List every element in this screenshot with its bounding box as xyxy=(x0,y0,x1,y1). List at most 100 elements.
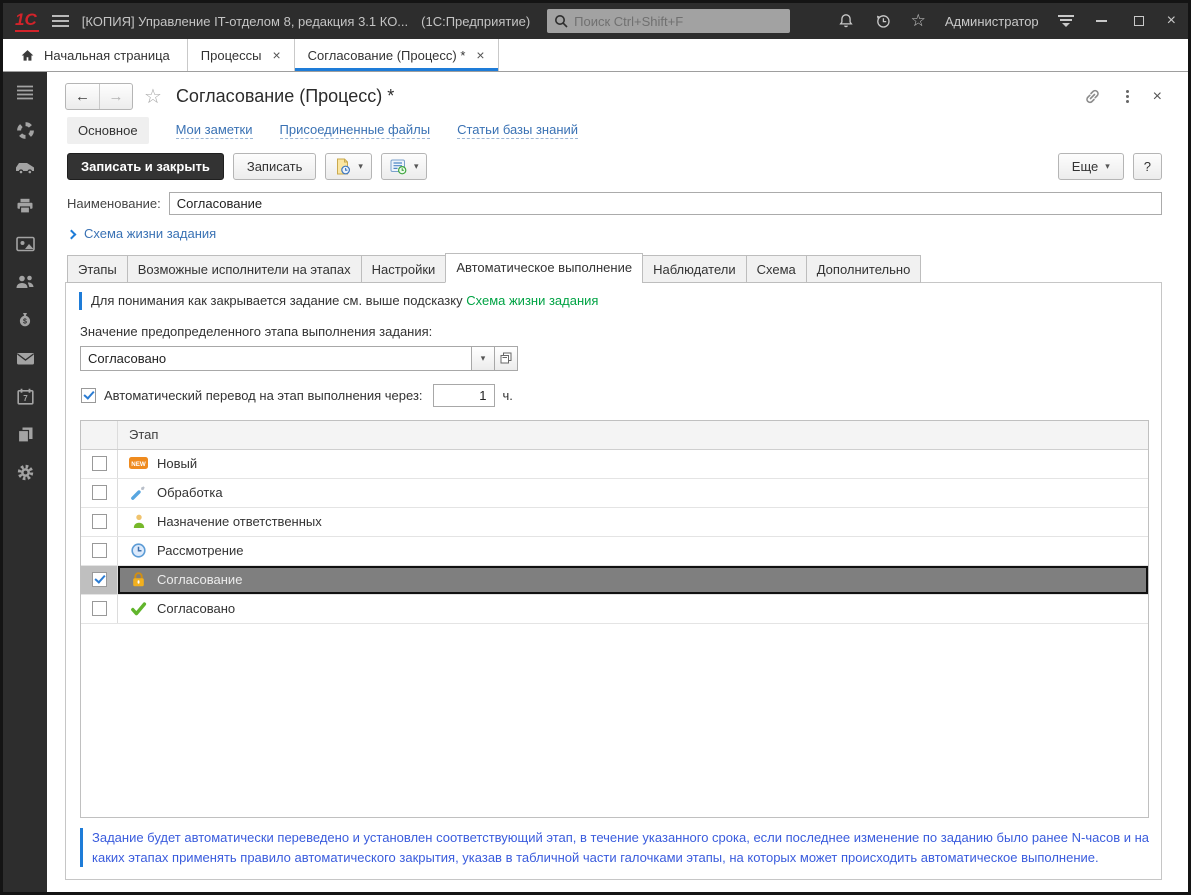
favorite-star-icon[interactable]: ☆ xyxy=(144,84,162,109)
history-icon[interactable] xyxy=(874,12,892,30)
row-checkbox[interactable] xyxy=(92,485,107,500)
forward-button[interactable]: → xyxy=(99,84,132,109)
favorites-star-icon[interactable]: ☆ xyxy=(911,11,926,31)
more-button[interactable]: Еще▾ xyxy=(1058,153,1124,180)
life-scheme-green-link[interactable]: Схема жизни задания xyxy=(466,293,598,308)
tab-observers[interactable]: Наблюдатели xyxy=(642,255,747,283)
notifications-bell-icon[interactable] xyxy=(837,12,855,30)
nav-main[interactable]: Основное xyxy=(67,117,149,144)
top-hint-text: Для понимания как закрывается задание см… xyxy=(91,293,463,308)
documents-icon[interactable] xyxy=(14,423,36,445)
tab-soglasovanie[interactable]: Согласование (Процесс) * × xyxy=(295,39,499,71)
money-bag-icon[interactable]: $ xyxy=(14,309,36,331)
save-button[interactable]: Записать xyxy=(233,153,317,180)
row-checkbox[interactable] xyxy=(92,572,107,587)
printer-icon[interactable] xyxy=(14,195,36,217)
close-tab-icon[interactable]: × xyxy=(476,48,484,62)
tab-label: Процессы xyxy=(201,48,262,63)
more-menu-icon[interactable] xyxy=(1126,95,1129,98)
stage-name: Назначение ответственных xyxy=(157,514,322,529)
hours-input[interactable]: 1 xyxy=(433,384,495,407)
form-title: Согласование (Процесс) * xyxy=(176,86,394,107)
row-checkbox[interactable] xyxy=(92,543,107,558)
nav-my-notes[interactable]: Мои заметки xyxy=(176,122,253,139)
close-window-button[interactable]: × xyxy=(1167,13,1176,29)
form-nav-links: Основное Мои заметки Присоединенные файл… xyxy=(67,117,1162,144)
tab-scheme[interactable]: Схема xyxy=(746,255,807,283)
close-form-icon[interactable]: × xyxy=(1153,89,1162,105)
mail-icon[interactable] xyxy=(14,347,36,369)
users-icon[interactable] xyxy=(14,271,36,293)
get-link-icon[interactable] xyxy=(1083,87,1102,106)
table-row[interactable]: Согласование xyxy=(81,566,1148,595)
nav-kb-articles[interactable]: Статьи базы знаний xyxy=(457,122,578,139)
table-row[interactable]: Обработка xyxy=(81,479,1148,508)
row-checkbox[interactable] xyxy=(92,456,107,471)
auto-transfer-checkbox[interactable] xyxy=(81,388,96,403)
top-hint: Для понимания как закрывается задание см… xyxy=(79,292,1150,310)
home-tab-label: Начальная страница xyxy=(44,48,170,63)
gear-icon[interactable] xyxy=(14,461,36,483)
title-bar: 1С [КОПИЯ] Управление IT-отделом 8, реда… xyxy=(3,3,1188,39)
chevron-right-icon xyxy=(67,229,77,239)
current-user[interactable]: Администратор xyxy=(945,14,1039,29)
table-row[interactable]: Назначение ответственных xyxy=(81,508,1148,537)
combo-dropdown-button[interactable]: ▾ xyxy=(472,346,495,371)
list-clock-dropdown-button[interactable]: ▾ xyxy=(381,153,428,180)
row-checkbox[interactable] xyxy=(92,601,107,616)
tab-settings[interactable]: Настройки xyxy=(361,255,447,283)
stage-combobox[interactable]: Согласовано xyxy=(80,346,472,371)
history-nav-buttons: ← → xyxy=(65,83,133,110)
stage-name: Новый xyxy=(157,456,197,471)
life-scheme-toggle[interactable]: Схема жизни задания xyxy=(68,226,1162,241)
close-tab-icon[interactable]: × xyxy=(272,48,280,62)
left-toolbar: $ 7 xyxy=(3,72,47,892)
app-name: (1С:Предприятие) xyxy=(421,14,530,29)
table-row[interactable]: Согласовано xyxy=(81,595,1148,624)
home-icon xyxy=(20,48,35,63)
document-clock-dropdown-button[interactable]: ▾ xyxy=(325,153,372,180)
nav-attached-files[interactable]: Присоединенные файлы xyxy=(280,122,431,139)
calendar-icon[interactable]: 7 xyxy=(14,385,36,407)
search-placeholder: Поиск Ctrl+Shift+F xyxy=(574,14,683,29)
window-title: [КОПИЯ] Управление IT-отделом 8, редакци… xyxy=(82,14,408,29)
home-tab[interactable]: Начальная страница xyxy=(3,39,188,71)
lock-icon xyxy=(129,571,148,588)
tab-stages[interactable]: Этапы xyxy=(67,255,128,283)
document-clock-icon xyxy=(334,158,351,175)
combo-choose-button[interactable] xyxy=(495,346,518,371)
tab-additional[interactable]: Дополнительно xyxy=(806,255,922,283)
stage-name: Согласование xyxy=(157,572,242,587)
name-input[interactable]: Согласование xyxy=(169,192,1162,215)
header-stage-cell: Этап xyxy=(118,421,1148,449)
tab-auto-execution[interactable]: Автоматическое выполнение xyxy=(445,253,643,283)
help-button[interactable]: ? xyxy=(1133,153,1162,180)
vehicle-icon[interactable] xyxy=(14,157,36,179)
table-header: Этап xyxy=(81,421,1148,450)
save-and-close-button[interactable]: Записать и закрыть xyxy=(67,153,224,180)
life-scheme-label: Схема жизни задания xyxy=(84,226,216,241)
clock-icon xyxy=(129,542,148,559)
row-checkbox[interactable] xyxy=(92,514,107,529)
minimize-button[interactable] xyxy=(1093,12,1111,30)
person-icon xyxy=(129,513,148,530)
table-row[interactable]: NEW Новый xyxy=(81,450,1148,479)
sections-wheel-icon[interactable] xyxy=(14,119,36,141)
more-button-label: Еще xyxy=(1072,159,1098,174)
back-button[interactable]: ← xyxy=(66,84,99,109)
svg-text:7: 7 xyxy=(23,394,28,403)
choose-from-list-icon xyxy=(500,352,512,364)
main-menu-icon[interactable] xyxy=(52,15,69,27)
menu-icon[interactable] xyxy=(14,81,36,103)
maximize-button[interactable] xyxy=(1130,12,1148,30)
tab-possible-executors[interactable]: Возможные исполнители на этапах xyxy=(127,255,362,283)
header-checkbox-cell xyxy=(81,421,118,449)
tab-processes[interactable]: Процессы × xyxy=(188,39,295,71)
stage-name: Обработка xyxy=(157,485,223,500)
global-search-input[interactable]: Поиск Ctrl+Shift+F xyxy=(547,9,790,33)
media-icon[interactable] xyxy=(14,233,36,255)
list-clock-icon xyxy=(390,158,407,175)
table-row[interactable]: Рассмотрение xyxy=(81,537,1148,566)
service-menu-icon[interactable] xyxy=(1058,15,1074,27)
new-badge-icon: NEW xyxy=(129,455,148,472)
